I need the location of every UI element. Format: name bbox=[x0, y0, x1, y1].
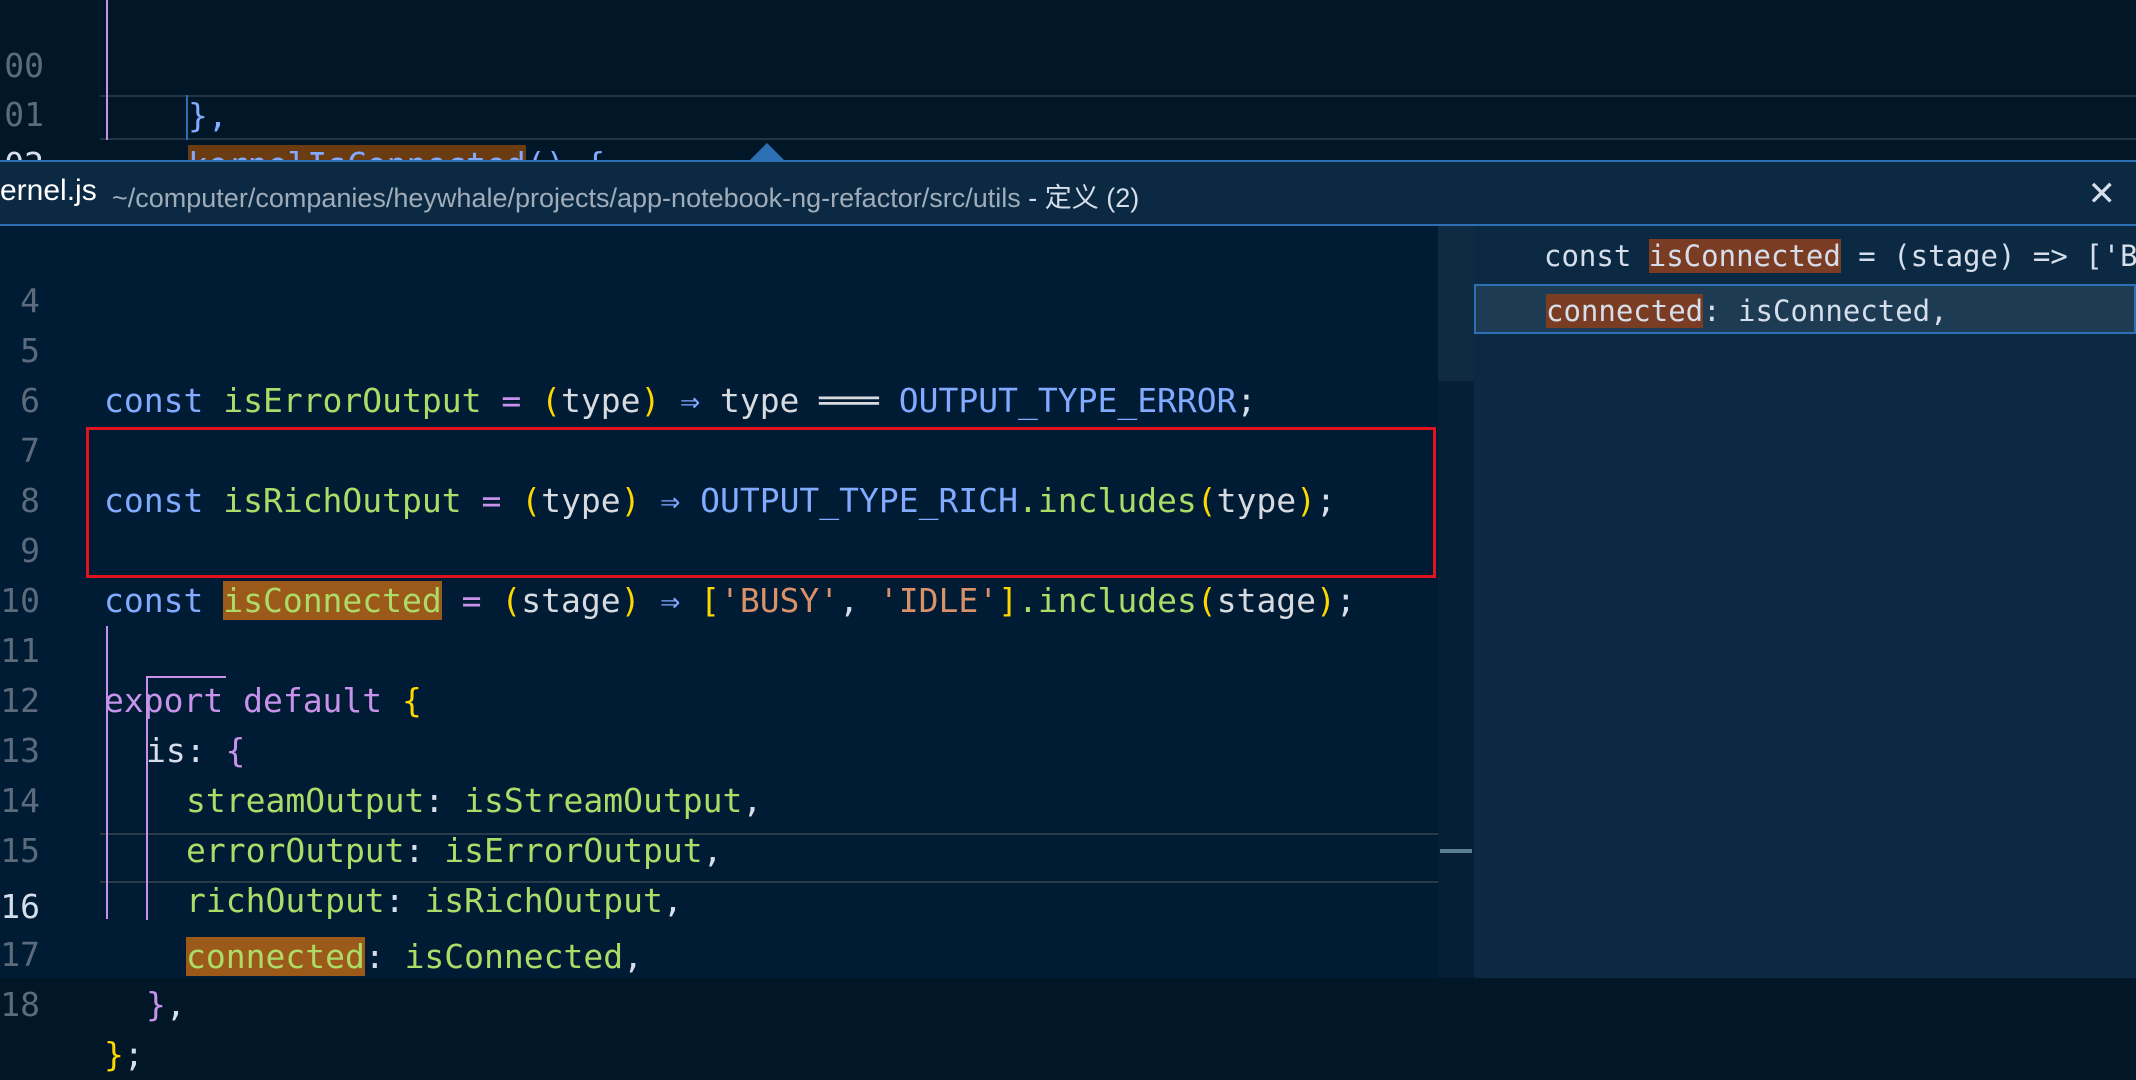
code-token: } bbox=[104, 1035, 124, 1074]
peek-path-text: ~/computer/companies/heywhale/projects/a… bbox=[112, 183, 1021, 213]
references-panel bbox=[1474, 226, 2136, 978]
code-token: ; bbox=[123, 1035, 144, 1074]
reference-text: = (stage) => ['BUSY', bbox=[1858, 239, 2136, 273]
reference-match: connected bbox=[1546, 294, 1704, 328]
reference-text: const bbox=[1544, 239, 1649, 273]
peek-definition-count: - 定义 (2) bbox=[1020, 183, 1140, 213]
reference-text: : isConnected, bbox=[1703, 294, 1948, 328]
peek-file-name[interactable]: ernel.js bbox=[0, 174, 97, 208]
code-token: } bbox=[146, 985, 166, 1024]
peek-arrow bbox=[750, 143, 784, 160]
close-icon[interactable]: ✕ bbox=[2088, 174, 2117, 214]
reference-match: isConnected bbox=[1648, 239, 1841, 273]
peek-path: ~/computer/companies/heywhale/projects/a… bbox=[112, 176, 1139, 215]
code-line[interactable]: 02 return kernelUtil.is.connected(this.k… bbox=[0, 90, 2136, 234]
annotation-box bbox=[86, 427, 1436, 578]
code-line[interactable]: 00 }, bbox=[0, 0, 2136, 135]
code-token: , bbox=[165, 985, 186, 1024]
peek-header: ernel.js ~/computer/companies/heywhale/p… bbox=[0, 160, 2136, 226]
reference-item[interactable]: const isConnected = (stage) => ['BUSY', bbox=[1474, 231, 2136, 281]
reference-item-selected[interactable]: connected: isConnected, bbox=[1474, 284, 2136, 334]
code-line[interactable]: 01 kernelIsConnected() { bbox=[0, 40, 2136, 184]
line-number: 18 bbox=[0, 985, 40, 1024]
